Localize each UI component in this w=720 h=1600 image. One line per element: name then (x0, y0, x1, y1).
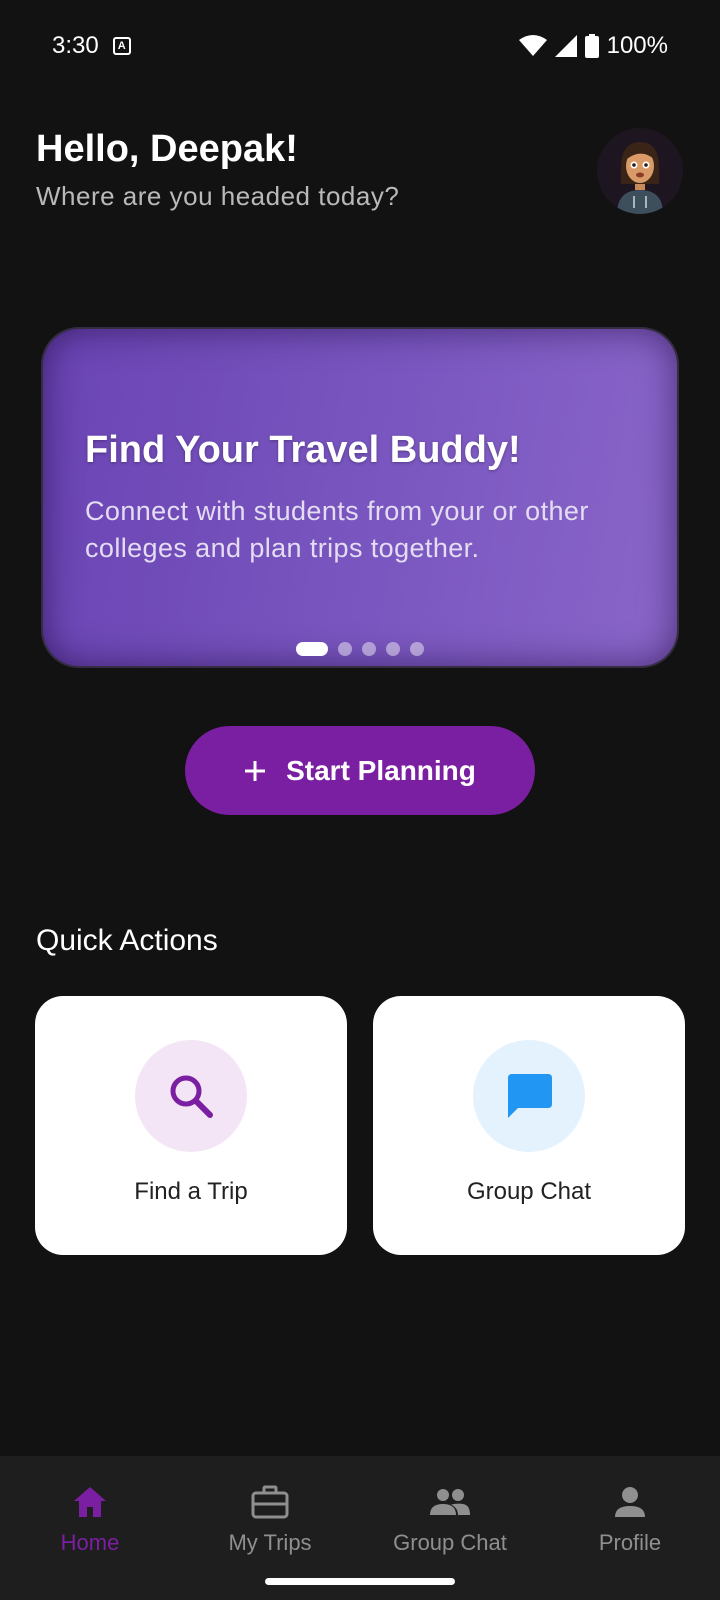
greeting-title: Hello, Deepak! (36, 128, 298, 170)
person-icon (615, 1487, 645, 1517)
greeting: Hello, Deepak! Where are you headed toda… (36, 128, 399, 212)
banner-text: Connect with students from your or other… (85, 496, 589, 563)
status-bar: 3:30 A 100% (0, 0, 720, 92)
nav-group-chat-label: Group Chat (393, 1530, 507, 1555)
signal-icon (554, 35, 577, 57)
start-planning-button[interactable]: Start Planning (185, 726, 535, 815)
nav-home-label: Home (60, 1530, 120, 1555)
nav-profile-label: Profile (598, 1530, 662, 1555)
a-icon: A (112, 37, 131, 55)
plus-icon (245, 760, 266, 781)
wifi-icon (518, 35, 547, 56)
start-planning-label: Start Planning (286, 754, 476, 786)
nav-group-chat[interactable]: Group Chat (360, 1456, 540, 1556)
greeting-subtitle: Where are you headed today? (36, 181, 400, 211)
status-left: 3:30 A (52, 32, 131, 60)
carousel-dots (296, 642, 424, 656)
group-chat-card[interactable]: Group Chat (373, 996, 685, 1255)
carousel-dot-5[interactable] (410, 642, 424, 656)
avatar-illustration (597, 128, 683, 214)
group-chat-icon-circle (473, 1040, 585, 1152)
carousel-dot-1[interactable] (296, 642, 328, 656)
carousel-dot-2[interactable] (338, 642, 352, 656)
find-trip-icon-circle (135, 1040, 247, 1152)
search-icon (170, 1075, 213, 1118)
group-chat-label: Group Chat (466, 1178, 592, 1205)
find-trip-label: Find a Trip (134, 1178, 248, 1205)
find-trip-card[interactable]: Find a Trip (35, 996, 347, 1255)
battery-percent: 100% (606, 32, 668, 59)
status-time: 3:30 (52, 32, 99, 59)
home-icon (74, 1487, 106, 1517)
carousel-dot-3[interactable] (362, 642, 376, 656)
nav-home[interactable]: Home (0, 1456, 180, 1556)
nav-profile[interactable]: Profile (540, 1456, 720, 1556)
banner-title: Find Your Travel Buddy! (85, 429, 521, 471)
nav-my-trips[interactable]: My Trips (180, 1456, 360, 1556)
carousel-dot-4[interactable] (386, 642, 400, 656)
promo-banner[interactable]: Find Your Travel Buddy! Connect with stu… (43, 329, 677, 666)
people-icon (430, 1489, 470, 1515)
quick-actions-title: Quick Actions (36, 924, 218, 957)
chat-icon (508, 1074, 552, 1118)
avatar[interactable] (597, 128, 683, 214)
home-indicator (265, 1578, 455, 1585)
briefcase-icon (251, 1485, 289, 1519)
nav-my-trips-label: My Trips (228, 1530, 312, 1555)
status-right: 100% (518, 32, 668, 60)
battery-icon (584, 34, 599, 58)
